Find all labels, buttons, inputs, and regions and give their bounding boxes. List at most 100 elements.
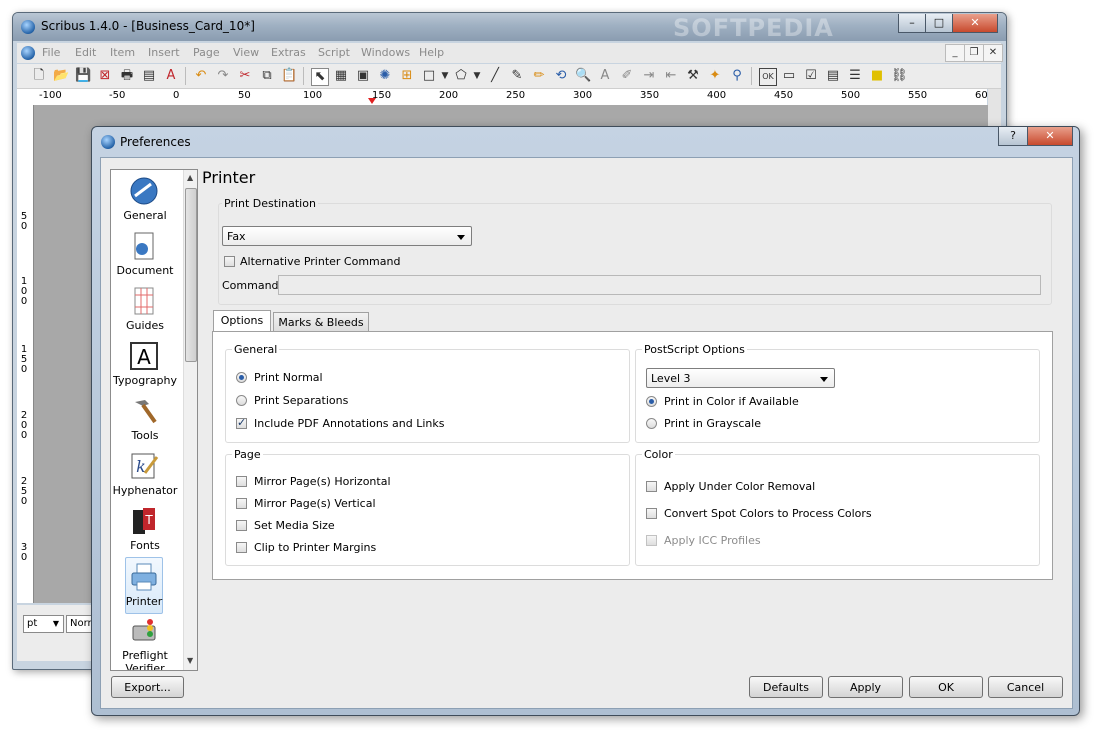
print-destination-group: Print Destination Fax Alternative Printe… [218, 197, 1052, 305]
apply-button[interactable]: Apply [828, 676, 903, 698]
open-document-icon[interactable]: 📂 [53, 68, 69, 84]
print-normal-radio[interactable] [236, 372, 247, 383]
ok-button[interactable]: OK [909, 676, 983, 698]
menu-extras[interactable]: Extras [271, 46, 306, 59]
menu-insert[interactable]: Insert [148, 46, 180, 59]
print-color-radio[interactable] [646, 396, 657, 407]
bezier-icon[interactable]: ✎ [509, 68, 525, 84]
select-tool-icon[interactable]: ⬉ [311, 68, 329, 86]
scribus-maximize-button[interactable]: □ [925, 14, 953, 33]
printer-select[interactable]: Fax [222, 226, 472, 246]
preflight-icon[interactable]: ▤ [141, 68, 157, 84]
menu-file[interactable]: File [42, 46, 60, 59]
shape-icon[interactable]: □ [421, 68, 437, 84]
freehand-icon[interactable]: ✏ [531, 68, 547, 84]
render-frame-icon[interactable]: ✺ [377, 68, 393, 84]
undo-icon[interactable]: ↶ [193, 68, 209, 84]
cancel-button[interactable]: Cancel [988, 676, 1063, 698]
print-icon[interactable]: 🖶 [119, 68, 135, 84]
scroll-down-icon[interactable]: ▼ [187, 656, 193, 665]
pdf-listbox-icon[interactable]: ☰ [847, 68, 863, 84]
help-button[interactable]: ? [998, 127, 1028, 146]
scribus-close-button[interactable]: ✕ [952, 14, 998, 33]
ruler-label: 250 [506, 90, 526, 101]
edit-text-icon[interactable]: ✐ [619, 68, 635, 84]
line-icon[interactable]: ╱ [487, 68, 503, 84]
paste-icon[interactable]: 📋 [281, 68, 297, 84]
edit-contents-icon[interactable]: A [597, 68, 613, 84]
mdi-restore-button[interactable]: ❐ [964, 44, 984, 62]
mirror-horizontal-checkbox[interactable] [236, 476, 247, 487]
menu-item[interactable]: Item [110, 46, 135, 59]
postscript-level-select[interactable]: Level 3 [646, 368, 835, 388]
pdf-button-icon[interactable]: OK [759, 68, 777, 86]
sidebar-item-printer[interactable]: Printer [125, 557, 163, 614]
pdf-export-icon[interactable]: A [163, 68, 179, 84]
mdi-minimize-button[interactable]: _ [945, 44, 965, 62]
eyedropper-icon[interactable]: ⚲ [729, 68, 745, 84]
measure-icon[interactable]: ⚒ [685, 68, 701, 84]
text-frame-icon[interactable]: ▦ [333, 68, 349, 84]
redo-icon[interactable]: ↷ [215, 68, 231, 84]
cut-icon[interactable]: ✂ [237, 68, 253, 84]
menu-edit[interactable]: Edit [75, 46, 96, 59]
sidebar-scroll-thumb[interactable] [185, 188, 197, 362]
alt-printer-command-checkbox[interactable] [224, 256, 235, 267]
pdf-textfield-icon[interactable]: ▭ [781, 68, 797, 84]
menu-windows[interactable]: Windows [361, 46, 410, 59]
units-dropdown-icon: ▼ [52, 619, 59, 628]
pdf-checkbox-icon[interactable]: ☑ [803, 68, 819, 84]
sidebar-item-guides[interactable]: Guides [111, 282, 179, 337]
image-frame-icon[interactable]: ▣ [355, 68, 371, 84]
print-grayscale-radio[interactable] [646, 418, 657, 429]
menu-script[interactable]: Script [318, 46, 350, 59]
preferences-close-button[interactable]: ✕ [1027, 127, 1073, 146]
polygon-icon[interactable]: ⬠ [453, 68, 469, 84]
clip-printer-margins-checkbox[interactable] [236, 542, 247, 553]
sidebar-item-document[interactable]: Document [111, 227, 179, 282]
new-document-icon[interactable]: 🗋 [31, 68, 47, 84]
sidebar-scrollbar[interactable]: ▲ ▼ [183, 170, 197, 670]
export-button[interactable]: Export... [111, 676, 184, 698]
units-select[interactable]: pt ▼ [23, 615, 64, 633]
copy-properties-icon[interactable]: ✦ [707, 68, 723, 84]
tab-options[interactable]: Options [213, 310, 271, 332]
mirror-vertical-checkbox[interactable] [236, 498, 247, 509]
link-frames-icon[interactable]: ⇥ [641, 68, 657, 84]
sidebar-item-preflight[interactable]: Preflight Verifier [111, 612, 179, 670]
copy-icon[interactable]: ⧉ [259, 68, 275, 84]
sidebar-item-typography[interactable]: A Typography [111, 337, 179, 392]
menu-help[interactable]: Help [419, 46, 444, 59]
save-icon[interactable]: 💾 [75, 68, 91, 84]
include-pdf-annotations-checkbox[interactable] [236, 416, 247, 429]
scroll-up-icon[interactable]: ▲ [187, 173, 193, 182]
command-field[interactable] [278, 275, 1041, 295]
zoom-icon[interactable]: 🔍 [575, 68, 591, 84]
text-annotation-icon[interactable]: ■ [869, 68, 885, 84]
sidebar-item-general[interactable]: General [111, 172, 179, 227]
print-separations-radio[interactable] [236, 395, 247, 406]
sidebar-item-tools[interactable]: Tools [111, 392, 179, 447]
tab-marks-bleeds[interactable]: Marks & Bleeds [273, 312, 369, 332]
scribus-minimize-button[interactable]: – [898, 14, 926, 33]
scribus-title-bar[interactable]: Scribus 1.4.0 - [Business_Card_10*] SOFT… [13, 13, 1006, 42]
table-icon[interactable]: ⊞ [399, 68, 415, 84]
polygon-dropdown-icon[interactable]: ▼ [469, 68, 485, 84]
shape-dropdown-icon[interactable]: ▼ [437, 68, 453, 84]
close-document-icon[interactable]: ⊠ [97, 68, 113, 84]
menu-view[interactable]: View [233, 46, 259, 59]
sidebar-item-hyphenator[interactable]: k Hyphenator [111, 447, 179, 502]
set-media-size-checkbox[interactable] [236, 520, 247, 531]
mdi-close-button[interactable]: ✕ [983, 44, 1003, 62]
under-color-removal-checkbox[interactable] [646, 481, 657, 492]
preferences-sidebar: General Document Guides A Typography Too… [110, 169, 198, 671]
link-annotation-icon[interactable]: ⛓ [891, 68, 908, 84]
convert-spot-colors-checkbox[interactable] [646, 508, 657, 519]
pdf-combobox-icon[interactable]: ▤ [825, 68, 841, 84]
defaults-button[interactable]: Defaults [749, 676, 823, 698]
apply-icc-profiles-checkbox[interactable] [646, 535, 657, 546]
unlink-frames-icon[interactable]: ⇤ [663, 68, 679, 84]
sidebar-item-fonts[interactable]: T Fonts [111, 502, 179, 557]
rotate-icon[interactable]: ⟲ [553, 68, 569, 84]
menu-page[interactable]: Page [193, 46, 220, 59]
